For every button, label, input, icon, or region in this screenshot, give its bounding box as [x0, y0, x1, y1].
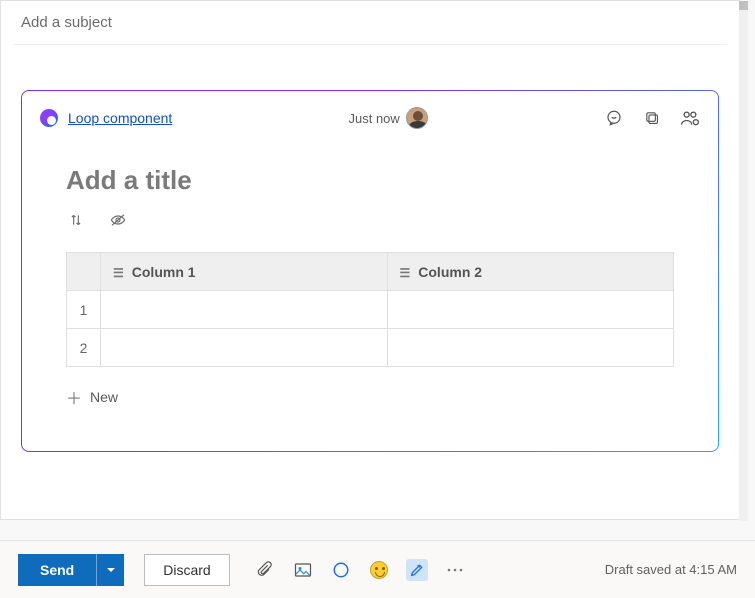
table-cell[interactable] [101, 329, 388, 367]
insert-picture-icon[interactable] [292, 559, 314, 581]
add-row-label: New [90, 389, 118, 405]
loop-actions [604, 108, 700, 128]
loop-title-field[interactable]: Add a title [22, 137, 718, 202]
column-header-1[interactable]: ☰ Column 1 [101, 253, 388, 291]
table-cell[interactable] [101, 291, 388, 329]
loop-insert-icon[interactable] [330, 559, 352, 581]
table-row: 1 [67, 291, 674, 329]
add-row-button[interactable]: ＋ New [22, 373, 718, 421]
scrollbar[interactable] [739, 1, 748, 521]
table-cell[interactable] [387, 291, 674, 329]
copy-component-icon[interactable] [642, 108, 662, 128]
loop-logo-icon [40, 109, 58, 127]
loop-table[interactable]: ☰ Column 1 ☰ Column 2 1 2 [66, 252, 674, 367]
share-people-icon[interactable] [680, 108, 700, 128]
formatting-pen-icon[interactable] [406, 559, 428, 581]
loop-title-toolbar [22, 202, 718, 238]
attach-file-icon[interactable] [254, 559, 276, 581]
column-type-icon: ☰ [113, 266, 124, 280]
send-dropdown-button[interactable] [96, 554, 124, 586]
column-header-label: Column 2 [418, 264, 482, 280]
loop-header: Loop component Just now [22, 99, 718, 137]
emoji-icon[interactable] [368, 559, 390, 581]
more-options-icon[interactable] [444, 559, 466, 581]
subject-field[interactable]: Add a subject [1, 1, 739, 44]
loop-component-card: Loop component Just now Add a title [21, 90, 719, 452]
table-cell[interactable] [387, 329, 674, 367]
table-corner-cell[interactable] [67, 253, 101, 291]
sort-icon[interactable] [66, 210, 86, 230]
author-avatar-icon[interactable] [406, 107, 428, 129]
plus-icon: ＋ [66, 385, 82, 409]
compose-toolbar: Send Discard Draft saved at 4:15 AM [0, 540, 755, 598]
comment-icon[interactable] [604, 108, 624, 128]
divider [13, 44, 727, 45]
draft-status-text: Draft saved at 4:15 AM [605, 562, 737, 577]
send-button[interactable]: Send [18, 554, 96, 586]
row-number[interactable]: 1 [67, 291, 101, 329]
discard-button[interactable]: Discard [144, 554, 229, 586]
subject-placeholder: Add a subject [21, 14, 112, 31]
column-type-icon: ☰ [400, 266, 411, 280]
loop-title-placeholder: Add a title [66, 165, 192, 195]
visibility-off-icon[interactable] [108, 210, 128, 230]
compose-area: Add a subject Loop component Just now [0, 0, 740, 520]
loop-table-container: ☰ Column 1 ☰ Column 2 1 2 [22, 238, 718, 373]
loop-timestamp: Just now [349, 111, 400, 126]
scroll-up-arrow[interactable] [739, 1, 748, 10]
compose-tool-icons [254, 559, 466, 581]
column-header-2[interactable]: ☰ Column 2 [387, 253, 674, 291]
send-button-group: Send [18, 554, 124, 586]
column-header-label: Column 1 [132, 264, 196, 280]
loop-timestamp-area: Just now [182, 107, 594, 129]
loop-component-link[interactable]: Loop component [68, 110, 172, 126]
row-number[interactable]: 2 [67, 329, 101, 367]
table-row: 2 [67, 329, 674, 367]
table-header-row: ☰ Column 1 ☰ Column 2 [67, 253, 674, 291]
